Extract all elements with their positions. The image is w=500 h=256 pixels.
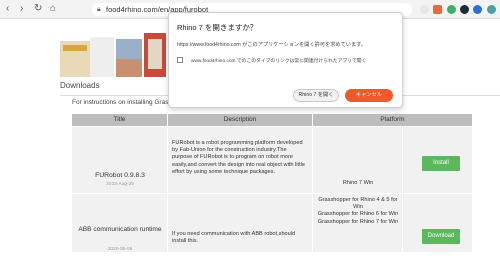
column-divider	[312, 127, 313, 252]
forward-icon[interactable]: ›	[20, 3, 23, 15]
open-rhino-button[interactable]: Rhino 7 を開く	[293, 89, 339, 102]
downloads-heading: Downloads	[60, 81, 100, 90]
header-title: Title	[72, 114, 167, 126]
extension-dark-icon[interactable]	[460, 5, 469, 14]
lock-icon: 🔒︎	[97, 6, 101, 13]
row-date: 2023-Aug-25	[106, 182, 134, 187]
install-button[interactable]: Install	[422, 156, 460, 171]
always-open-label: www.food4rhino.com でのこのタイプのリンクは常に関連付けられた…	[191, 59, 367, 64]
share-icon[interactable]	[420, 5, 429, 14]
row-description: FURobot is a robot programming platform …	[172, 140, 305, 175]
home-icon[interactable]: ⌂	[50, 3, 56, 15]
always-open-checkbox[interactable]	[177, 57, 183, 63]
row-date: 2020-05-06	[107, 247, 133, 252]
column-divider	[167, 127, 168, 252]
dialog-message: https://www.food4rhino.com がこのアプリケーションを開…	[177, 42, 367, 48]
profile-avatar-icon[interactable]	[487, 5, 496, 14]
app-screenshots-image	[60, 23, 180, 81]
extension-blue-icon[interactable]	[473, 5, 482, 14]
open-app-dialog: Rhino 7 を開きますか？ https://www.food4rhino.c…	[168, 12, 403, 108]
header-description: Description	[168, 114, 312, 126]
header-platform: Platform	[313, 114, 472, 126]
reload-icon[interactable]: ↻	[34, 3, 42, 15]
extension-green-icon[interactable]	[447, 5, 456, 14]
row-platform: Grasshopper for Rhino 4 & 5 for Win Gras…	[317, 197, 399, 225]
back-icon[interactable]: ‹	[6, 3, 9, 15]
row-title: FURobot 0.9.8.3	[95, 172, 145, 179]
install-instructions: For instructions on installing Grassh	[72, 99, 176, 106]
brave-shield-icon[interactable]	[433, 5, 442, 14]
dialog-title: Rhino 7 を開きますか？	[177, 23, 258, 32]
download-button[interactable]: Download	[422, 229, 460, 244]
row-title: ABB communication runtime	[78, 226, 162, 233]
row-description: If you need communication with ABB robot…	[172, 231, 296, 245]
cancel-button[interactable]: キャンセル	[345, 89, 393, 102]
column-divider	[402, 127, 403, 252]
row-platform: Rhino 7 Win	[342, 180, 374, 186]
